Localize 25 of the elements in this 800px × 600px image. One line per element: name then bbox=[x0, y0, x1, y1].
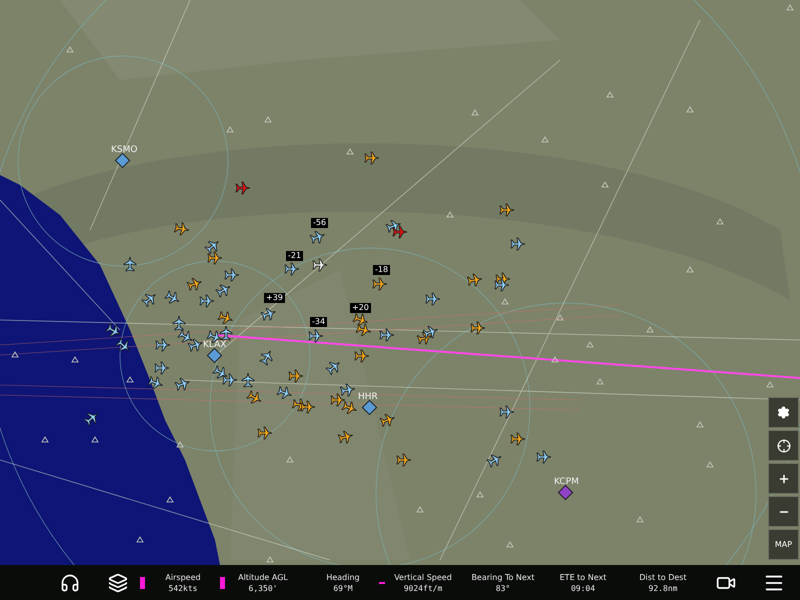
altitude-tag: -56 bbox=[311, 218, 328, 228]
readout-value: 9024ft/m bbox=[404, 582, 442, 594]
airport-label: KSMO bbox=[111, 146, 138, 155]
altitude-tag: +39 bbox=[264, 293, 285, 303]
airport-label: HHR bbox=[358, 393, 378, 402]
map-button[interactable]: MAP bbox=[768, 529, 799, 560]
readout-label: Altitude AGL bbox=[238, 572, 288, 582]
readout-value: 542kts bbox=[168, 582, 198, 594]
readout-value: 69°M bbox=[333, 582, 353, 594]
altitude-tag: -18 bbox=[373, 265, 390, 275]
readout-value: 92.8nm bbox=[648, 582, 678, 594]
readout-label: Dist to Dest bbox=[639, 572, 687, 582]
readout-label: Heading bbox=[326, 572, 360, 582]
airport-label: KCPM bbox=[554, 478, 579, 487]
altitude-tag: +20 bbox=[350, 303, 371, 313]
readout-label: Bearing To Next bbox=[471, 572, 535, 582]
readout-value: 6,350' bbox=[248, 582, 278, 594]
readout-label: Vertical Speed bbox=[394, 572, 452, 582]
altitude-tag: -21 bbox=[286, 251, 304, 261]
airport-label: KLAX bbox=[203, 341, 226, 350]
readout-value: 83° bbox=[496, 582, 510, 594]
readout-value: 09:04 bbox=[570, 582, 596, 594]
readout-label: ETE to Next bbox=[560, 572, 606, 582]
altitude-tag: -34 bbox=[310, 317, 328, 327]
readout-label: Airspeed bbox=[165, 572, 201, 582]
